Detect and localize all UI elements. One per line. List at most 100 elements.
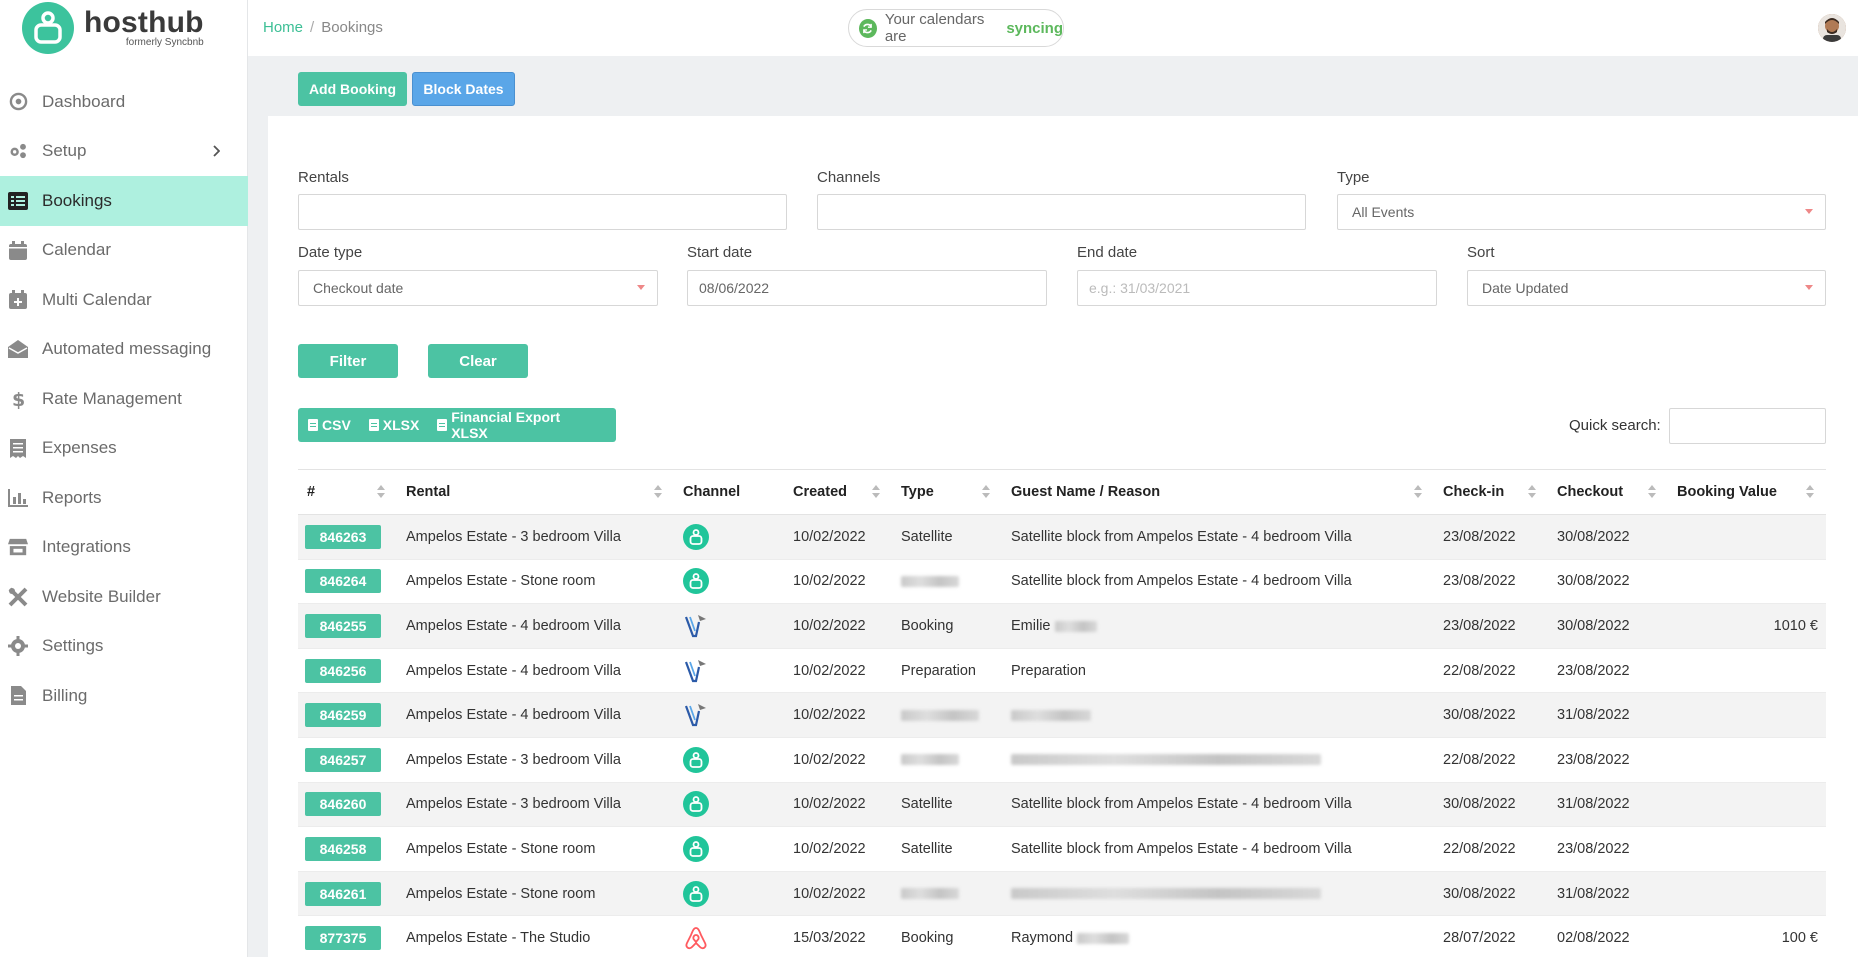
checkin-date-cell: 30/08/2022: [1434, 692, 1548, 738]
booking-id-badge[interactable]: 846255: [305, 613, 381, 638]
sidebar-item-settings[interactable]: Settings: [0, 622, 248, 672]
sidebar-item-expenses[interactable]: Expenses: [0, 424, 248, 474]
sidebar-item-calendar[interactable]: Calendar: [0, 226, 248, 276]
event-type: Satellite: [901, 528, 953, 545]
table-row[interactable]: 846256 Ampelos Estate - 4 bedroom Villa 10…: [298, 648, 1826, 694]
sync-status-pill[interactable]: Your calendars are syncing: [848, 9, 1064, 47]
event-type-cell: [892, 692, 1002, 738]
filter-button[interactable]: Filter: [298, 344, 398, 378]
column-header-label: Guest Name / Reason: [1011, 484, 1161, 500]
date-type-label: Date type: [298, 244, 363, 261]
event-type: Satellite: [901, 840, 953, 857]
file-icon: [8, 686, 28, 706]
column-header-checkin[interactable]: Check-in: [1434, 469, 1548, 515]
column-header-booking-value[interactable]: Booking Value: [1668, 469, 1826, 515]
sidebar-item-rate-management[interactable]: $ Rate Management: [0, 374, 248, 424]
sidebar-item-website-builder[interactable]: Website Builder: [0, 572, 248, 622]
block-dates-button[interactable]: Block Dates: [412, 72, 515, 106]
booking-id-badge[interactable]: 846257: [305, 747, 381, 772]
sync-status: syncing: [1006, 19, 1063, 37]
clear-button[interactable]: Clear: [428, 344, 528, 378]
table-row[interactable]: 846264 Ampelos Estate - Stone room 10/02/2…: [298, 559, 1826, 605]
booking-id-badge[interactable]: 846264: [305, 569, 381, 594]
table-row[interactable]: 846261 Ampelos Estate - Stone room 10/02/2…: [298, 871, 1826, 917]
checkout-date: 23/08/2022: [1557, 751, 1630, 768]
vrbo-channel-icon: [683, 702, 709, 728]
column-header-rental[interactable]: Rental: [397, 469, 674, 515]
table-row[interactable]: 846259 Ampelos Estate - 4 bedroom Villa 10…: [298, 692, 1826, 738]
event-type: Preparation: [901, 662, 976, 679]
breadcrumb-home-link[interactable]: Home: [263, 19, 303, 36]
booking-id-badge[interactable]: 846258: [305, 836, 381, 861]
booking-id-badge[interactable]: 877375: [305, 926, 381, 951]
table-row[interactable]: 846260 Ampelos Estate - 3 bedroom Villa 10…: [298, 782, 1826, 828]
avatar[interactable]: [1818, 14, 1846, 42]
sync-icon: [859, 18, 877, 38]
sidebar-item-automated-messaging[interactable]: Automated messaging: [0, 325, 248, 375]
guest-name: Raymond: [1011, 930, 1074, 947]
booking-id-badge[interactable]: 846259: [305, 703, 381, 728]
sort-value: Date Updated: [1482, 280, 1569, 296]
channels-select[interactable]: [817, 194, 1306, 230]
guest-name: Preparation: [1011, 662, 1086, 679]
sidebar-item-dashboard[interactable]: Dashboard: [0, 77, 248, 127]
column-header-type[interactable]: Type: [892, 469, 1002, 515]
sidebar-item-reports[interactable]: Reports: [0, 473, 248, 523]
booking-id-badge[interactable]: 846256: [305, 658, 381, 683]
table-row[interactable]: 846263 Ampelos Estate - 3 bedroom Villa 10…: [298, 514, 1826, 560]
checkout-date: 23/08/2022: [1557, 840, 1630, 857]
sidebar-nav: Dashboard Setup Bookings Calendar Multi …: [0, 77, 248, 721]
table-row[interactable]: 846258 Ampelos Estate - Stone room 10/02/2…: [298, 826, 1826, 872]
column-header-label: Check-in: [1443, 484, 1505, 500]
column-header-guest[interactable]: Guest Name / Reason: [1002, 469, 1434, 515]
created-date-cell: 10/02/2022: [784, 826, 892, 872]
type-select[interactable]: All Events: [1337, 194, 1826, 230]
sidebar-item-multi-calendar[interactable]: Multi Calendar: [0, 275, 248, 325]
export-financial-button[interactable]: Financial Export XLSX: [437, 409, 598, 441]
start-date-input[interactable]: 08/06/2022: [687, 270, 1047, 306]
redacted-text: [1011, 709, 1091, 721]
sidebar-item-billing[interactable]: Billing: [0, 671, 248, 721]
event-type-cell: Booking: [892, 603, 1002, 649]
date-type-select[interactable]: Checkout date: [298, 270, 658, 306]
guest-cell: Raymond: [1002, 915, 1434, 957]
sort-icon: [1528, 485, 1536, 499]
export-csv-label: CSV: [322, 417, 351, 433]
column-header-created[interactable]: Created: [784, 469, 892, 515]
table-row[interactable]: 846257 Ampelos Estate - 3 bedroom Villa 10…: [298, 737, 1826, 783]
redacted-text: [1011, 888, 1321, 900]
add-booking-button[interactable]: Add Booking: [298, 72, 407, 106]
booking-id-badge[interactable]: 846261: [305, 881, 381, 906]
id-cell: 846261: [298, 871, 397, 917]
export-csv-button[interactable]: CSV: [308, 417, 351, 433]
channel-cell: [674, 692, 784, 738]
column-header-id[interactable]: #: [298, 469, 397, 515]
sidebar-item-label: Calendar: [42, 240, 111, 260]
sidebar-item-integrations[interactable]: Integrations: [0, 523, 248, 573]
checkin-date-cell: 22/08/2022: [1434, 826, 1548, 872]
table-row[interactable]: 846255 Ampelos Estate - 4 bedroom Villa 10…: [298, 603, 1826, 649]
logo[interactable]: hosthub formerly Syncbnb: [22, 0, 204, 56]
event-type: Booking: [901, 617, 954, 634]
sidebar-item-setup[interactable]: Setup: [0, 127, 248, 177]
quick-search-input[interactable]: [1669, 408, 1826, 444]
checkin-date-cell: 22/08/2022: [1434, 648, 1548, 694]
calendar-icon: [8, 240, 28, 260]
export-xlsx-button[interactable]: XLSX: [368, 417, 419, 433]
table-row[interactable]: 877375 Ampelos Estate - The Studio 15/03/2…: [298, 915, 1826, 957]
event-type-cell: [892, 559, 1002, 605]
booking-value-cell: 1010 €: [1668, 603, 1826, 649]
sidebar-item-bookings[interactable]: Bookings: [0, 176, 248, 226]
checkout-date-cell: 31/08/2022: [1548, 692, 1668, 738]
rentals-select[interactable]: [298, 194, 787, 230]
channel-cell: [674, 559, 784, 605]
created-date-cell: 10/02/2022: [784, 782, 892, 828]
sort-select[interactable]: Date Updated: [1467, 270, 1826, 306]
end-date-input[interactable]: e.g.: 31/03/2021: [1077, 270, 1437, 306]
column-header-label: Created: [793, 484, 847, 500]
booking-id-badge[interactable]: 846260: [305, 792, 381, 817]
guest-name-cell: Satellite block from Ampelos Estate - 4 …: [1002, 514, 1434, 560]
sidebar-item-label: Rate Management: [42, 388, 182, 408]
booking-id-badge[interactable]: 846263: [305, 524, 381, 549]
column-header-checkout[interactable]: Checkout: [1548, 469, 1668, 515]
